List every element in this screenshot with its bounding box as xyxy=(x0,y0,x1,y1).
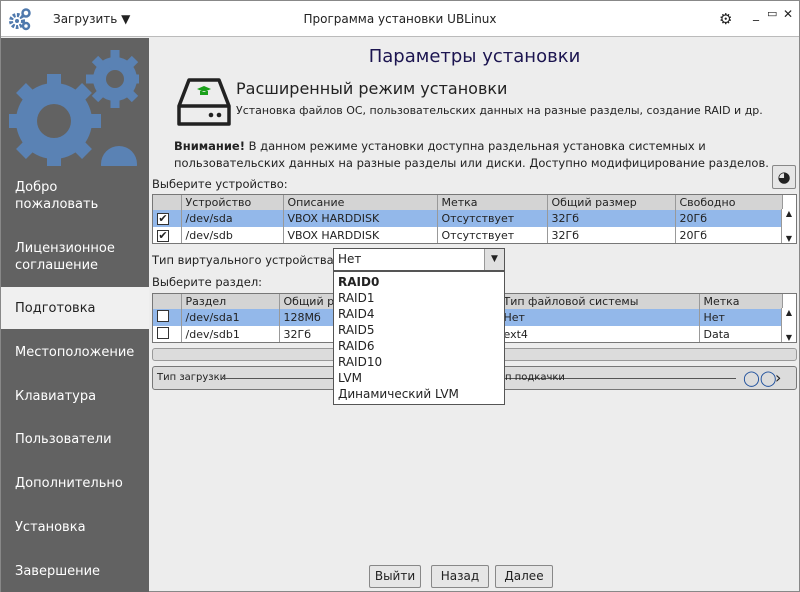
cell-label: Отсутствует xyxy=(437,227,548,243)
dropdown-option[interactable]: RAID6 xyxy=(334,338,504,354)
sidebar-item-label: Подготовка xyxy=(15,300,96,316)
chevron-down-icon[interactable]: ▼ xyxy=(484,249,504,270)
next-button[interactable]: Далее xyxy=(495,565,553,588)
load-menu-label: Загрузить xyxy=(53,12,118,26)
cell-label: Нет xyxy=(699,309,783,326)
cell-free: 20Гб xyxy=(675,227,783,243)
pie-chart-icon: ◕ xyxy=(777,168,791,186)
exit-button[interactable]: Выйти xyxy=(369,565,421,588)
back-button[interactable]: Назад xyxy=(431,565,489,588)
virtual-device-value: Нет xyxy=(338,252,362,266)
load-menu[interactable]: Загрузить ▼ xyxy=(53,12,130,26)
sidebar-item-label: Клавиатура xyxy=(15,388,97,404)
column-header: Общий размер xyxy=(547,195,676,210)
sidebar-item-finish[interactable]: Завершение xyxy=(1,550,149,592)
partition-table-scrollbar[interactable]: ▲ ▼ xyxy=(781,308,796,342)
warning-body: В данном режиме установки доступна разде… xyxy=(174,139,769,170)
partition-checkbox[interactable] xyxy=(157,310,169,322)
warning-text: Внимание! В данном режиме установки дост… xyxy=(174,138,784,172)
sidebar-item-label: Установка xyxy=(15,519,86,535)
device-table-scrollbar[interactable]: ▲ ▼ xyxy=(781,209,796,243)
sidebar-item-label: Добро пожаловать xyxy=(15,180,99,212)
partition-checkbox[interactable] xyxy=(157,327,169,339)
app-gear-icon xyxy=(9,8,31,31)
table-row[interactable]: ✔ /dev/sda VBOX HARDDISK Отсутствует 32Гб 20Г… xyxy=(153,210,783,227)
sidebar-item-preparation[interactable]: Подготовка xyxy=(1,287,149,329)
main-panel: Параметры установки Расширенный режим ус… xyxy=(149,38,800,592)
dropdown-option[interactable]: RAID4 xyxy=(334,306,504,322)
table-row[interactable]: ✔ /dev/sdb VBOX HARDDISK Отсутствует 32Гб 20Г… xyxy=(153,227,783,243)
title-bar: Загрузить ▼ Программа установки UBLinux … xyxy=(1,1,799,37)
cell-label: Data xyxy=(699,326,783,342)
cell-fs: Нет xyxy=(499,309,700,326)
device-checkbox[interactable]: ✔ xyxy=(157,213,169,225)
settings-gear-icon[interactable]: ⚙ xyxy=(719,10,732,28)
device-table: Устройство Описание Метка Общий размер Свобо… xyxy=(152,194,797,244)
dropdown-option[interactable]: RAID0 xyxy=(334,274,504,290)
cell-label: Отсутствует xyxy=(437,210,548,227)
sidebar-item-license[interactable]: Лицензионное соглашение xyxy=(1,228,149,286)
device-checkbox[interactable]: ✔ xyxy=(157,230,169,242)
minimize-button[interactable]: _ xyxy=(753,7,759,21)
boot-type-label: Тип загрузки xyxy=(157,372,227,383)
partition-label: Выберите раздел: xyxy=(152,275,263,289)
column-header: Устройство xyxy=(181,195,284,210)
dropdown-option[interactable]: RAID10 xyxy=(334,354,504,370)
warning-label: Внимание! xyxy=(174,139,245,153)
virtual-device-dropdown: RAID0 RAID1 RAID4 RAID5 RAID6 RAID10 LVM… xyxy=(333,271,505,405)
toggle-icon[interactable]: ◯◯ xyxy=(743,369,777,387)
swap-type-label: п подкачки xyxy=(505,372,565,383)
partition-editor-button[interactable]: ◕ xyxy=(772,165,796,189)
mode-description: Установка файлов ОС, пользовательских да… xyxy=(236,104,763,117)
cell-device: /dev/sdb xyxy=(181,227,284,243)
sidebar-item-advanced[interactable]: Дополнительно xyxy=(1,462,149,504)
chevron-down-icon: ▼ xyxy=(121,12,131,26)
sidebar: Добро пожаловать Лицензионное соглашение… xyxy=(1,38,149,592)
sidebar-item-keyboard[interactable]: Клавиатура xyxy=(1,375,149,417)
maximize-button[interactable]: ▭ xyxy=(767,7,777,20)
device-label: Выберите устройство: xyxy=(152,177,288,191)
cell-size: 32Гб xyxy=(547,227,676,243)
mode-title: Расширенный режим установки xyxy=(236,79,508,98)
cell-partition: /dev/sdb1 xyxy=(181,326,280,342)
cell-free: 20Гб xyxy=(675,210,783,227)
virtual-device-select[interactable]: Нет ▼ xyxy=(333,248,505,271)
column-header: Метка xyxy=(437,195,548,210)
cell-fs: ext4 xyxy=(499,326,700,342)
close-button[interactable]: ✕ xyxy=(783,7,793,21)
sidebar-item-users[interactable]: Пользователи xyxy=(1,418,149,460)
cell-desc: VBOX HARDDISK xyxy=(283,210,438,227)
column-header: Метка xyxy=(699,294,783,309)
dropdown-option[interactable]: RAID1 xyxy=(334,290,504,306)
hard-drive-icon xyxy=(177,78,231,126)
dropdown-option[interactable]: Динамический LVM xyxy=(334,386,504,402)
dropdown-option[interactable]: LVM xyxy=(334,370,504,386)
sidebar-item-location[interactable]: Местоположение xyxy=(1,331,149,373)
sidebar-item-label: Местоположение xyxy=(15,344,135,360)
installer-window: Загрузить ▼ Программа установки UBLinux … xyxy=(0,0,800,592)
virtual-device-label: Тип виртуального устройства: xyxy=(152,253,338,267)
chevron-right-icon[interactable]: › xyxy=(775,368,781,387)
sidebar-item-label: Дополнительно xyxy=(15,475,123,491)
column-header: Свободно xyxy=(675,195,783,210)
cell-size: 32Гб xyxy=(547,210,676,227)
sidebar-item-label: Завершение xyxy=(15,563,101,579)
sidebar-item-welcome[interactable]: Добро пожаловать xyxy=(1,166,149,226)
sidebar-item-install[interactable]: Установка xyxy=(1,506,149,548)
column-header: Тип файловой системы xyxy=(499,294,700,309)
gears-logo-icon xyxy=(9,50,139,166)
cell-desc: VBOX HARDDISK xyxy=(283,227,438,243)
cell-partition: /dev/sda1 xyxy=(181,309,280,326)
column-header: Раздел xyxy=(181,294,280,309)
column-header: Описание xyxy=(283,195,438,210)
page-title: Параметры установки xyxy=(368,46,581,67)
cell-device: /dev/sda xyxy=(181,210,284,227)
sidebar-item-label: Лицензионное соглашение xyxy=(15,241,115,273)
dropdown-option[interactable]: RAID5 xyxy=(334,322,504,338)
sidebar-item-label: Пользователи xyxy=(15,431,112,447)
